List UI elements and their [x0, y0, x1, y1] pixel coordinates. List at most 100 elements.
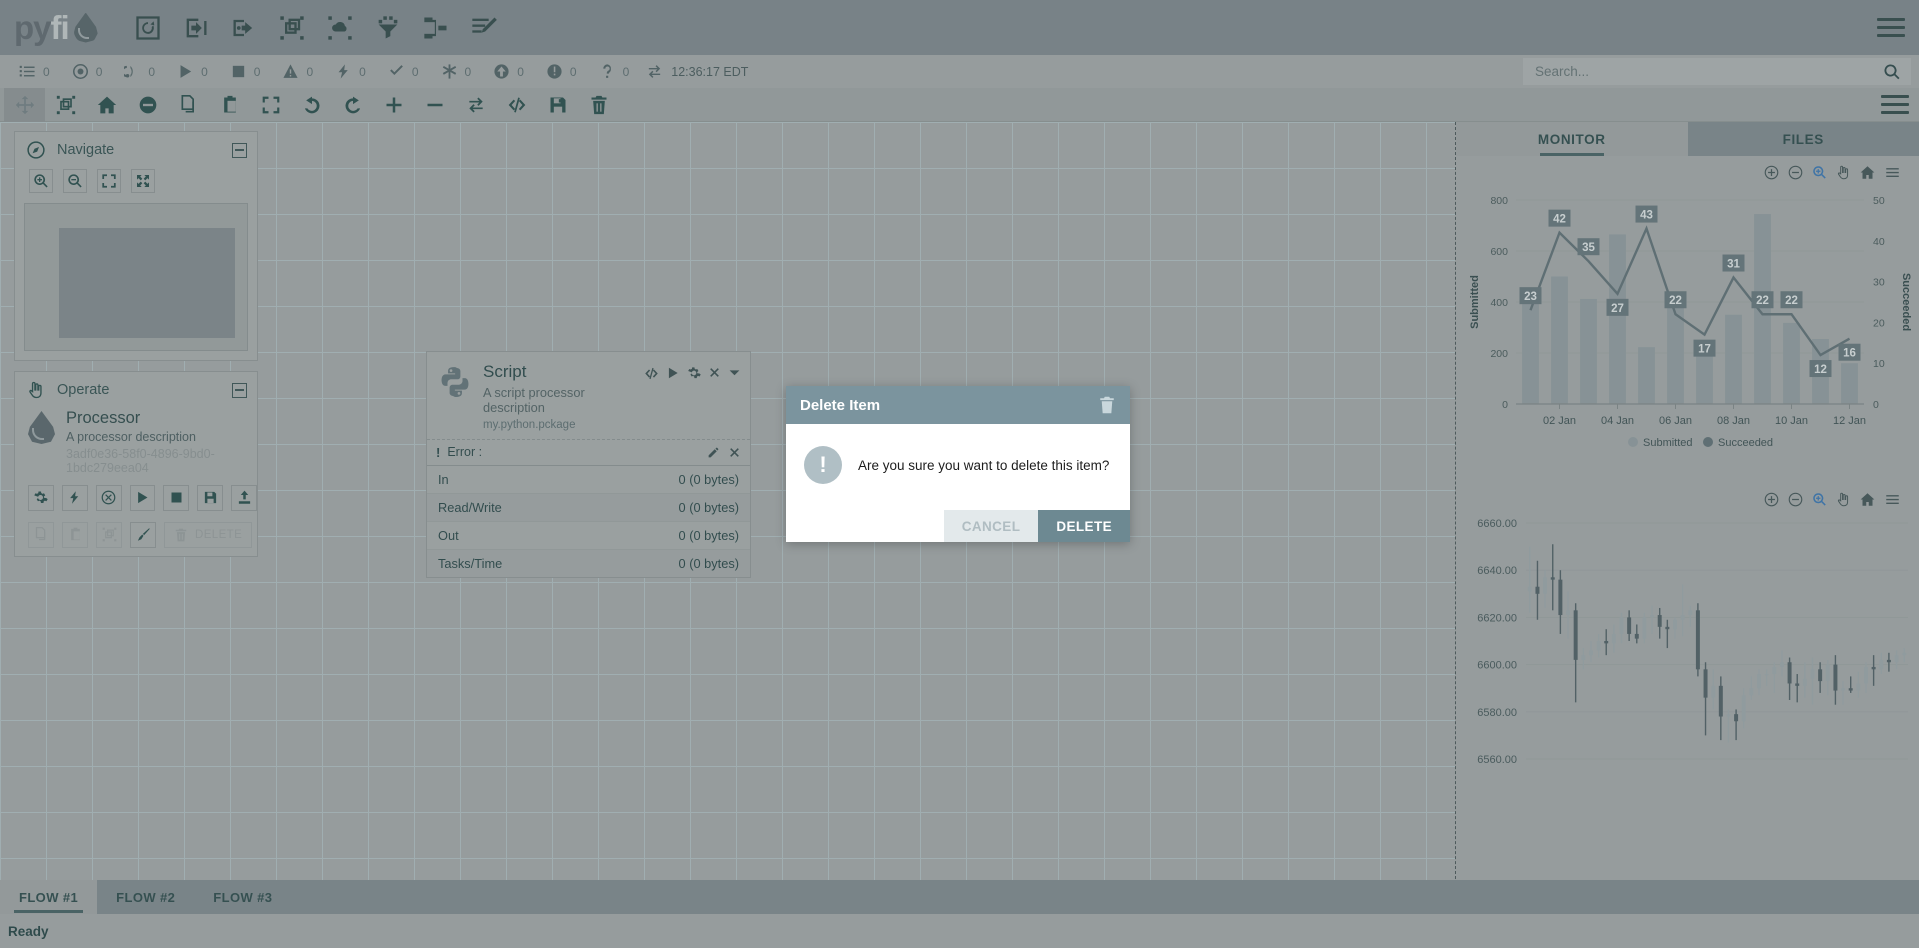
svg-text:600: 600	[1490, 246, 1508, 258]
plus-icon[interactable]	[373, 88, 414, 122]
disable-button[interactable]	[95, 484, 122, 511]
menu-icon[interactable]	[1884, 165, 1901, 180]
home-icon[interactable]	[1860, 165, 1875, 180]
pan-hand-icon[interactable]	[1836, 492, 1851, 507]
close-icon[interactable]	[728, 446, 741, 459]
flow-graph-icon[interactable]	[412, 6, 460, 50]
close-icon[interactable]	[708, 366, 721, 379]
zoom-in-icon[interactable]	[1764, 492, 1779, 507]
editor-menu-button[interactable]	[1881, 95, 1909, 114]
candlestick-plot[interactable]: 6560.00 6580.00 6600.00 6620.00 6640.00 6660.…	[1460, 509, 1916, 771]
counter-stopped[interactable]: 0	[219, 63, 272, 80]
gear-icon[interactable]	[687, 366, 701, 380]
minimap-viewport[interactable]	[59, 228, 235, 338]
error-bang-icon: !	[436, 444, 441, 460]
select-box-icon[interactable]	[45, 88, 86, 122]
paste-button[interactable]	[62, 521, 88, 548]
cancel-button[interactable]: CANCEL	[943, 510, 1039, 542]
flow-tab-1[interactable]: FLOW #1	[0, 880, 98, 914]
home-icon[interactable]	[1860, 492, 1875, 507]
zoom-out-icon[interactable]	[1788, 492, 1803, 507]
enable-button[interactable]	[61, 484, 88, 511]
pan-hand-icon[interactable]	[1836, 165, 1851, 180]
search-icon[interactable]	[1883, 63, 1901, 81]
operate-collapse-button[interactable]	[232, 382, 247, 398]
undo-icon[interactable]	[291, 88, 332, 122]
svg-text:6560.00: 6560.00	[1477, 754, 1517, 766]
group-select-icon[interactable]	[268, 6, 316, 50]
fit-button[interactable]	[97, 169, 121, 193]
main-menu-button[interactable]	[1877, 18, 1905, 37]
home-icon[interactable]	[86, 88, 127, 122]
zoom-in-button[interactable]	[29, 169, 53, 193]
edit-icon[interactable]	[707, 446, 720, 459]
flow-tab-3[interactable]: FLOW #3	[194, 880, 291, 914]
counter-invalid[interactable]: 0	[271, 63, 324, 80]
tab-monitor[interactable]: MONITOR	[1456, 122, 1688, 156]
export-icon[interactable]	[220, 6, 268, 50]
delete-button[interactable]: DELETE	[164, 521, 253, 548]
configure-button[interactable]	[28, 484, 54, 511]
confirm-delete-button[interactable]: DELETE	[1038, 510, 1130, 542]
copy-icon[interactable]	[168, 88, 209, 122]
processor-drop-icon	[28, 411, 55, 444]
counter-bolt[interactable]: 0	[324, 63, 377, 80]
upload-button[interactable]	[231, 484, 258, 511]
zoom-select-icon[interactable]	[1812, 165, 1827, 180]
zoom-select-icon[interactable]	[1812, 492, 1827, 507]
counter-target[interactable]: 0	[61, 63, 114, 80]
zoom-out-icon[interactable]	[1788, 165, 1803, 180]
counter-question[interactable]: 0	[588, 63, 641, 80]
stop-button[interactable]	[163, 484, 190, 511]
script-processor-node[interactable]: Script A script processor description my…	[426, 351, 751, 578]
row-value: 0 (0 bytes)	[678, 471, 739, 487]
color-button[interactable]	[130, 521, 156, 548]
navigate-collapse-button[interactable]	[232, 142, 247, 158]
counter-check[interactable]: 0	[377, 63, 430, 80]
copy-icon	[35, 527, 45, 541]
counter-list[interactable]: 0	[8, 63, 61, 80]
fit-screen-icon[interactable]	[250, 88, 291, 122]
minus-icon[interactable]	[414, 88, 455, 122]
move-tool-icon[interactable]	[4, 87, 45, 122]
flow-tab-2[interactable]: FLOW #2	[97, 880, 194, 914]
zoom-out-button[interactable]	[63, 169, 87, 193]
brand-toolbar: pyfi	[0, 0, 1919, 55]
search-input[interactable]	[1533, 63, 1875, 80]
import-icon[interactable]	[172, 6, 220, 50]
processor-uuid: 3adf0e36-58f0-4896-9bd0-1bdc279eea04	[66, 446, 215, 475]
search-box[interactable]	[1523, 58, 1911, 85]
group-button[interactable]	[96, 521, 122, 548]
refresh-circle-icon[interactable]	[124, 6, 172, 50]
paste-icon[interactable]	[209, 88, 250, 122]
start-button[interactable]	[129, 484, 156, 511]
counter-value: 0	[359, 64, 366, 79]
menu-icon[interactable]	[1884, 492, 1901, 507]
funnel-merge-icon[interactable]	[364, 6, 412, 50]
expand-button[interactable]	[131, 169, 155, 193]
counter-upload[interactable]: 0	[482, 63, 535, 80]
play-icon[interactable]	[666, 366, 680, 380]
code-icon[interactable]	[644, 366, 659, 381]
counter-info[interactable]: 0	[535, 63, 588, 80]
sync-icon[interactable]	[646, 63, 663, 80]
counter-asterisk[interactable]: 0	[430, 63, 483, 80]
code-icon[interactable]	[496, 88, 537, 122]
counter-broadcast[interactable]: 0	[113, 63, 166, 80]
edit-list-icon[interactable]	[460, 6, 508, 50]
zoom-in-icon[interactable]	[1764, 165, 1779, 180]
trash-icon[interactable]	[578, 88, 619, 122]
cloud-select-icon[interactable]	[316, 6, 364, 50]
copy-button[interactable]	[28, 521, 54, 548]
redo-icon[interactable]	[332, 88, 373, 122]
operate-panel-title: Operate	[57, 382, 110, 398]
minus-circle-icon[interactable]	[127, 88, 168, 122]
tab-files[interactable]: FILES	[1687, 122, 1919, 156]
chevron-down-icon[interactable]	[728, 366, 741, 379]
minimap[interactable]	[24, 203, 248, 351]
save-template-button[interactable]	[197, 484, 224, 511]
refresh-icon[interactable]	[455, 88, 496, 122]
bar-line-plot[interactable]: 0 200 400 600 800 0 10 20 30 40 50 23 42 35 27 43 22 17 31…	[1460, 182, 1916, 472]
counter-running[interactable]: 0	[166, 63, 219, 80]
save-icon[interactable]	[537, 88, 578, 122]
